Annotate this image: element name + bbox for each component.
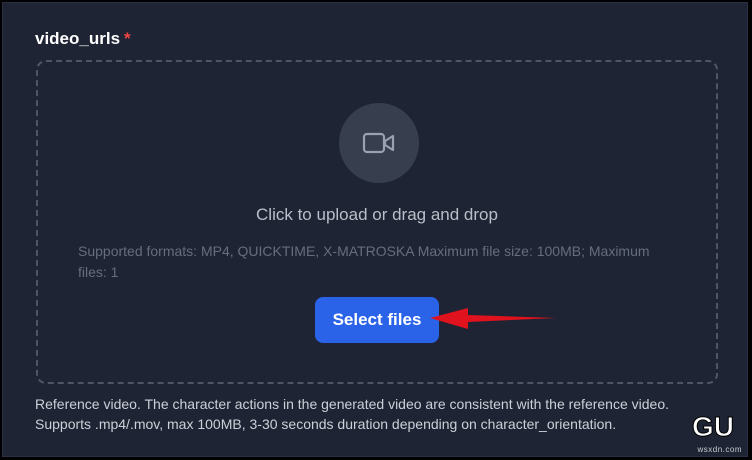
upload-field-panel: video_urls * Click to upload or drag and … bbox=[2, 2, 748, 457]
file-dropzone[interactable]: Click to upload or drag and drop Support… bbox=[36, 60, 718, 384]
supported-formats-text: Supported formats: MP4, QUICKTIME, X-MAT… bbox=[78, 243, 650, 280]
field-label: video_urls * bbox=[35, 29, 131, 49]
video-camera-icon bbox=[339, 103, 419, 183]
required-asterisk: * bbox=[124, 29, 131, 48]
upload-instructions: Click to upload or drag and drop bbox=[256, 205, 498, 224]
red-arrow-annotation bbox=[430, 308, 556, 329]
svg-text:GU: GU bbox=[692, 411, 734, 440]
field-help-text: Reference video. The character actions i… bbox=[35, 396, 670, 432]
select-files-button[interactable]: Select files bbox=[315, 297, 439, 343]
watermark-site-text: wsxdn.com bbox=[697, 445, 742, 454]
gadgets-logo-icon: GU bbox=[692, 411, 735, 441]
watermark: GU wsxdn.com bbox=[682, 410, 744, 455]
field-label-text: video_urls bbox=[35, 29, 121, 48]
